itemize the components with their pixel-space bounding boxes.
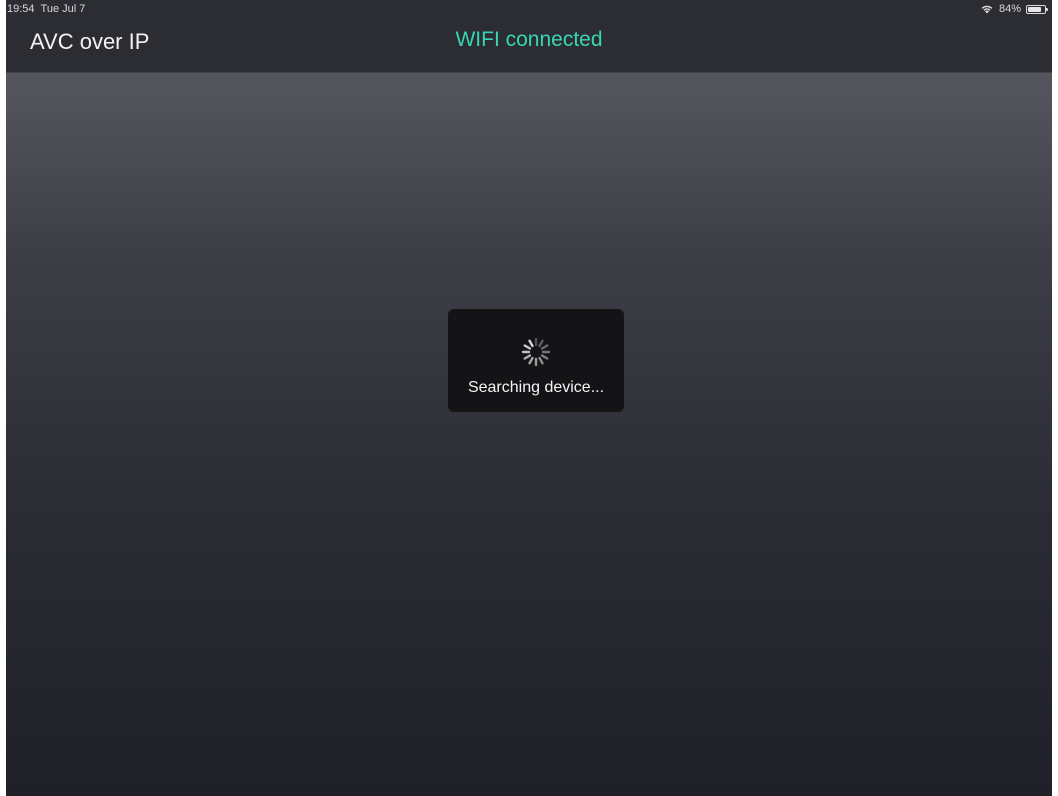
- loading-hud: Searching device...: [448, 309, 624, 412]
- spinner-spoke: [528, 356, 534, 365]
- loading-message: Searching device...: [467, 379, 605, 396]
- spinner-spoke: [540, 344, 549, 350]
- spinner-spoke: [540, 354, 549, 360]
- spinner-spoke: [528, 339, 534, 348]
- battery-icon: [1026, 4, 1048, 14]
- spinner-spoke: [523, 354, 532, 360]
- status-date: Tue Jul 7: [40, 3, 86, 15]
- battery-percentage: 84%: [998, 3, 1021, 15]
- status-time: 19:54: [7, 3, 35, 15]
- status-indicators: 84%: [980, 3, 1048, 15]
- spinner-spoke: [523, 344, 532, 350]
- spinner-spoke: [538, 339, 544, 348]
- wifi-icon: [980, 4, 994, 14]
- status-bar: 19:54 Tue Jul 7 84%: [6, 0, 1052, 18]
- connection-status: WIFI connected: [455, 28, 603, 51]
- spinner-spoke: [538, 356, 544, 365]
- activity-spinner-icon: [521, 337, 551, 367]
- app-screen: 19:54 Tue Jul 7 84% AVC over IP WIFI conn…: [6, 0, 1052, 796]
- status-datetime: 19:54 Tue Jul 7: [7, 3, 91, 15]
- navigation-bar: AVC over IP WIFI connected: [6, 18, 1052, 72]
- battery-level-fill: [1028, 6, 1042, 12]
